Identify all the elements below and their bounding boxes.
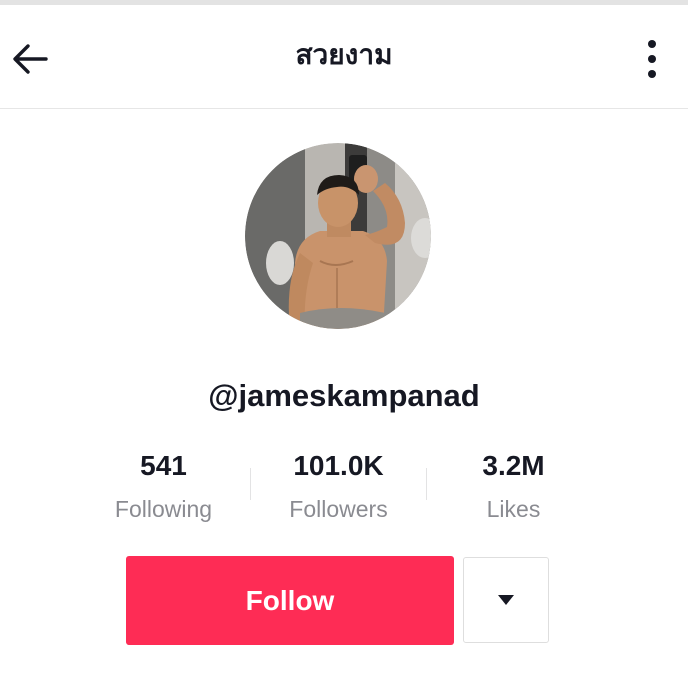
stat-value: 101.0K <box>293 450 384 481</box>
page-title: สวยงาม <box>295 38 393 71</box>
stat-followers[interactable]: 101.0K Followers <box>251 446 426 526</box>
avatar[interactable] <box>245 143 431 329</box>
follow-button[interactable]: Follow <box>126 556 454 645</box>
stat-following[interactable]: 541 Following <box>76 446 251 526</box>
stat-label: Likes <box>486 496 541 522</box>
username: @jameskampanad <box>208 378 480 413</box>
caret-down-icon <box>498 595 514 605</box>
profile-photo <box>245 143 431 329</box>
stat-label: Following <box>114 496 213 522</box>
more-options-button[interactable] <box>634 35 670 83</box>
nav-bar: สวยงาม <box>0 5 688 109</box>
stat-likes[interactable]: 3.2M Likes <box>426 446 601 526</box>
suggestions-dropdown-button[interactable] <box>463 557 549 643</box>
stat-value: 3.2M <box>482 450 545 481</box>
stat-value: 541 <box>140 450 187 481</box>
vertical-dots-icon <box>648 40 656 78</box>
stat-label: Followers <box>289 496 388 522</box>
